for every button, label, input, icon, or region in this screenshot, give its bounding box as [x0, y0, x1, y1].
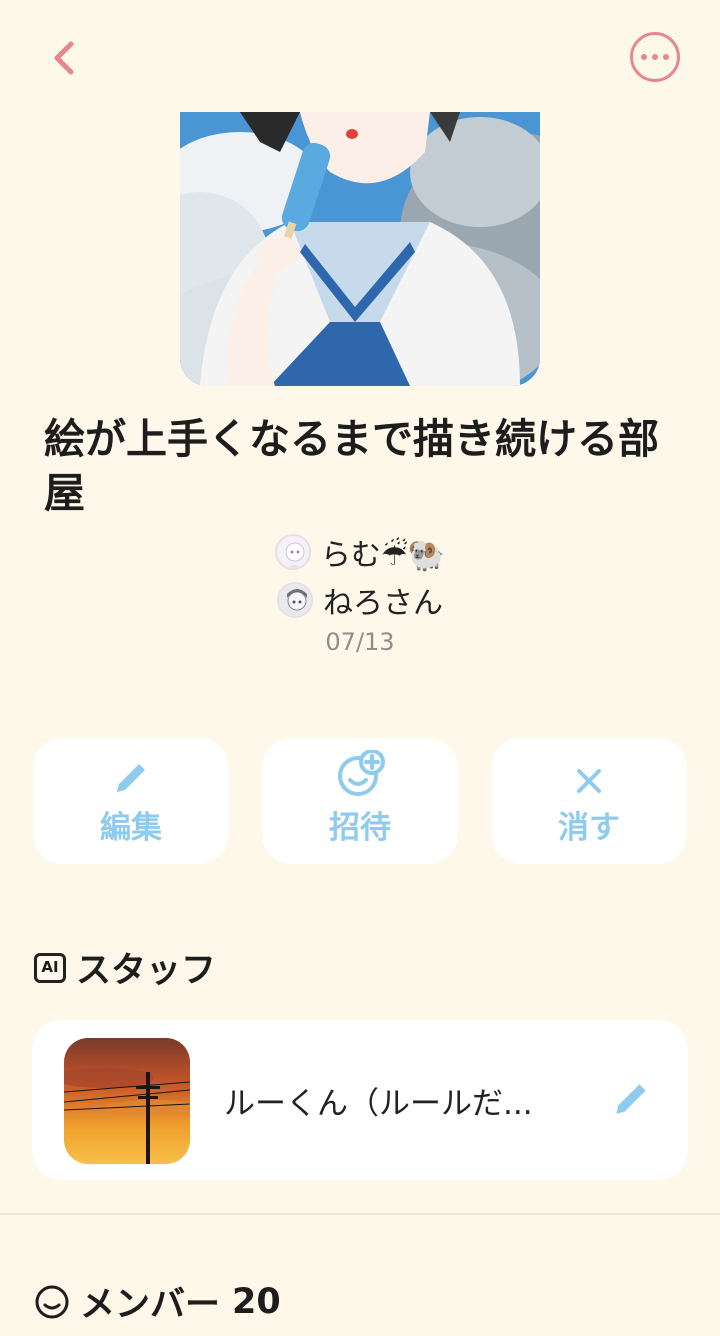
staff-section-header: AI スタッフ — [34, 942, 216, 993]
owner-item[interactable]: ねろさん — [0, 576, 720, 624]
staff-edit-button[interactable] — [610, 1078, 652, 1124]
add-friend-icon — [338, 749, 385, 796]
members-count: 20 — [232, 1281, 281, 1322]
room-cover-image — [180, 112, 540, 386]
chevron-left-icon — [54, 41, 74, 75]
owner-item[interactable]: らむ☔🐏 — [0, 528, 720, 576]
invite-button-label: 招待 — [329, 809, 391, 846]
room-date: 07/13 — [325, 628, 395, 656]
more-horizontal-icon — [641, 54, 647, 60]
delete-button-label: 消す — [558, 809, 620, 846]
back-button[interactable] — [36, 30, 92, 86]
avatar — [274, 534, 311, 570]
close-icon — [577, 768, 601, 793]
members-section-header: メンバー 20 — [34, 1276, 281, 1327]
more-dot — [652, 54, 658, 60]
pencil-icon — [616, 1084, 646, 1114]
avatar — [277, 582, 313, 618]
pencil-icon — [117, 763, 145, 792]
staff-section-title: スタッフ — [76, 951, 217, 991]
members-section-title: メンバー — [80, 1285, 221, 1325]
ai-badge-icon: AI — [34, 952, 66, 983]
delete-button[interactable]: 消す — [491, 738, 687, 864]
staff-avatar — [64, 1038, 190, 1164]
more-options-button[interactable] — [630, 32, 680, 82]
smile-icon — [35, 1285, 69, 1318]
room-title: 絵が上手くなるまで描き続ける部屋 — [44, 415, 659, 517]
staff-card[interactable]: ルーくん（ルールだ... — [32, 1020, 688, 1180]
more-dot — [663, 54, 669, 60]
edit-button[interactable]: 編集 — [33, 738, 229, 864]
section-divider — [0, 1213, 720, 1215]
owner-list: らむ☔🐏 ねろさん 07/13 — [0, 528, 720, 656]
edit-button-label: 編集 — [100, 809, 162, 846]
owner-name: らむ☔🐏 — [320, 538, 446, 573]
staff-name: ルーくん（ルールだ... — [224, 1086, 533, 1122]
invite-button[interactable]: 招待 — [262, 738, 458, 864]
owner-name: ねろさん — [323, 586, 443, 621]
room-detail-screen: 絵が上手くなるまで描き続ける部屋 らむ☔🐏 ねろさん 07/13 編集 招待 消… — [0, 0, 720, 1336]
